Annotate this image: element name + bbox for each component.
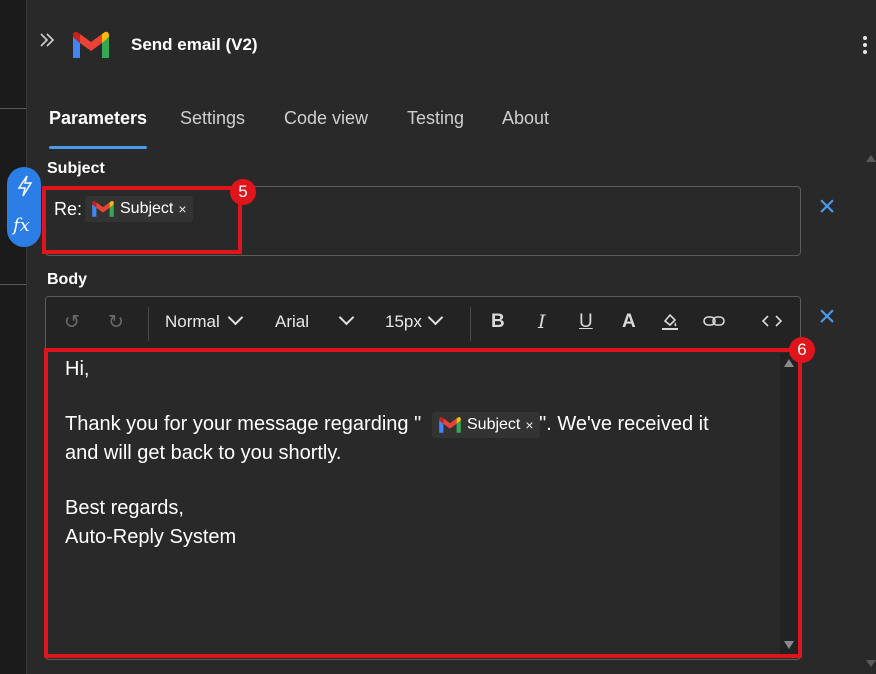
highlight-icon[interactable]	[660, 311, 680, 337]
font-family-value: Arial	[275, 312, 310, 331]
divider	[0, 108, 26, 109]
annotation-badge: 6	[789, 337, 815, 363]
divider	[0, 284, 26, 285]
panel-scroll-up-icon[interactable]	[866, 155, 876, 162]
highlight-box-subject	[42, 186, 242, 254]
highlight-box-body	[44, 348, 802, 658]
collapse-panel-icon[interactable]	[38, 31, 58, 51]
link-icon[interactable]	[702, 311, 726, 337]
chevron-down-icon	[427, 309, 444, 326]
undo-icon[interactable]: ↺	[64, 311, 80, 334]
bold-icon[interactable]: B	[491, 311, 505, 333]
clear-subject-icon[interactable]: ×	[816, 192, 838, 222]
redo-icon[interactable]: ↻	[108, 311, 124, 334]
underline-icon[interactable]: U	[579, 311, 593, 333]
font-family-dropdown[interactable]: Arial	[275, 309, 355, 332]
tab-settings[interactable]: Settings	[180, 108, 245, 129]
subject-label: Subject	[47, 160, 105, 177]
chevron-down-icon	[227, 309, 244, 326]
action-details-panel: Send email (V2) Parameters Settings Code…	[7, 0, 876, 674]
font-color-icon[interactable]: A	[622, 311, 636, 333]
block-format-value: Normal	[165, 312, 220, 331]
gmail-logo-icon	[71, 30, 111, 60]
tab-about[interactable]: About	[502, 108, 549, 129]
expression-fx-icon[interactable]: fx	[13, 215, 30, 236]
toolbar-divider	[148, 307, 149, 341]
action-title: Send email (V2)	[131, 35, 258, 54]
tab-parameters[interactable]: Parameters	[49, 108, 147, 129]
font-size-value: 15px	[385, 312, 422, 331]
tab-testing[interactable]: Testing	[407, 108, 464, 129]
body-label: Body	[47, 271, 87, 288]
annotation-badge: 5	[230, 179, 256, 205]
active-tab-indicator	[49, 146, 147, 149]
lightning-icon[interactable]	[17, 175, 33, 202]
block-format-dropdown[interactable]: Normal	[165, 309, 244, 332]
toolbar-divider	[470, 307, 471, 341]
left-canvas-strip	[0, 0, 27, 674]
chevron-down-icon	[338, 309, 355, 326]
more-options-icon[interactable]	[863, 36, 869, 56]
panel-header: Send email (V2)	[27, 0, 876, 90]
clear-body-icon[interactable]: ×	[816, 302, 838, 332]
panel-scroll-down-icon[interactable]	[866, 660, 876, 667]
dynamic-content-pill: fx	[7, 167, 41, 247]
font-size-dropdown[interactable]: 15px	[385, 309, 444, 332]
italic-icon[interactable]: I	[538, 311, 546, 333]
tab-code-view[interactable]: Code view	[284, 108, 368, 129]
editor-toolbar: ↺ ↻ Normal Arial 15px B I U A	[46, 297, 800, 352]
code-view-icon[interactable]	[761, 311, 783, 337]
